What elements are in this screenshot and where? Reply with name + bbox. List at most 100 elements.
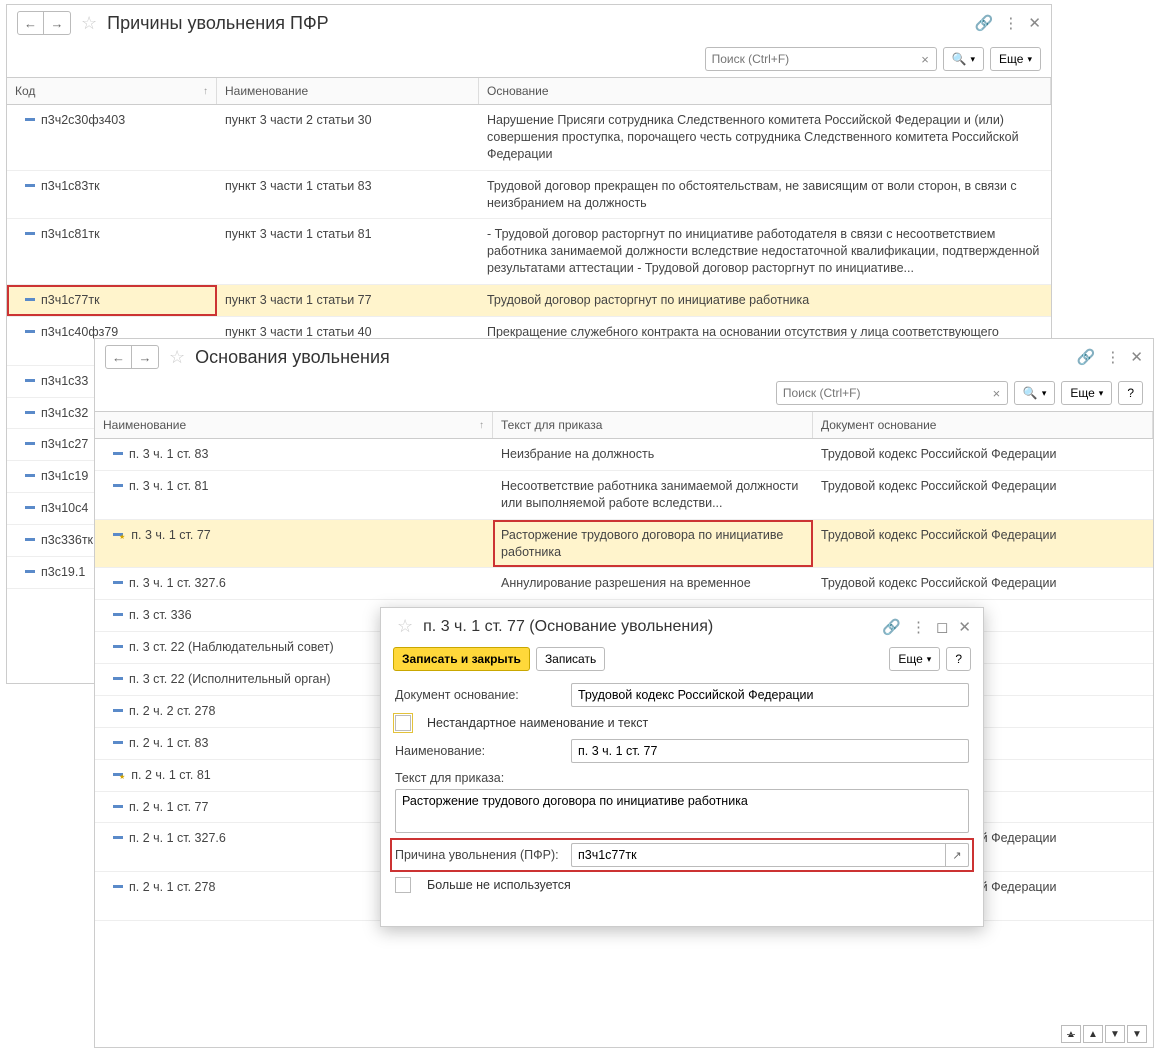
forward-button[interactable]: → — [132, 346, 158, 368]
table-row[interactable]: ▬п. 3 ч. 1 ст. 81 Несоответствие работни… — [95, 471, 1153, 520]
col-code[interactable]: Код↑ — [7, 78, 217, 104]
back-button[interactable]: ← — [18, 12, 44, 34]
link-icon[interactable]: 🔗 — [975, 14, 994, 32]
table-row[interactable]: ▬п3ч1с81тк пункт 3 части 1 статьи 81 - Т… — [7, 219, 1051, 285]
item-icon: ▬ — [25, 468, 35, 482]
titlebar: ← → ☆ Причины увольнения ПФР 🔗 ⋮ ✕ — [7, 5, 1051, 41]
item-icon: ▬ — [25, 112, 35, 126]
back-button[interactable]: ← — [106, 346, 132, 368]
label-unused: Больше не используется — [427, 878, 571, 892]
search-input[interactable] — [705, 47, 915, 71]
input-doc[interactable] — [571, 683, 969, 707]
checkbox-nonstd[interactable] — [395, 715, 411, 731]
toolbar: × 🔍▾ Еще ▾ ? — [95, 375, 1153, 411]
more-button[interactable]: Еще ▾ — [889, 647, 940, 671]
textarea-order-text[interactable] — [395, 789, 969, 833]
item-icon: ▬ — [113, 639, 123, 653]
scroll-bottom-button[interactable]: ▼ — [1127, 1025, 1147, 1043]
dialog-title: п. 3 ч. 1 ст. 77 (Основание увольнения) — [423, 618, 876, 636]
item-icon: ▬ — [25, 178, 35, 192]
item-icon: ▬ — [113, 575, 123, 589]
item-icon: ▬ — [25, 405, 35, 419]
col-text[interactable]: Текст для приказа — [493, 412, 813, 438]
scroll-up-button[interactable]: ▲ — [1083, 1025, 1103, 1043]
star-icon[interactable]: ☆ — [169, 347, 185, 368]
input-reason-pfr[interactable] — [571, 843, 945, 867]
save-button[interactable]: Записать — [536, 647, 605, 671]
cell-doc: Трудовой кодекс Российской Федерации — [813, 471, 1153, 502]
cell-name: ▬п. 3 ч. 1 ст. 327.6 — [95, 568, 493, 599]
table-row[interactable]: ▬п3ч2с30фз403 пункт 3 части 2 статьи 30 … — [7, 105, 1051, 171]
table-row[interactable]: ▬п. 3 ч. 1 ст. 77 Расторжение трудового … — [95, 520, 1153, 569]
help-button[interactable]: ? — [946, 647, 971, 671]
magnifier-icon: 🔍 — [1023, 386, 1038, 400]
cell-name: ▬п. 3 ч. 1 ст. 83 — [95, 439, 493, 470]
menu-icon[interactable]: ⋮ — [1105, 348, 1120, 366]
search-clear-button[interactable]: × — [986, 381, 1008, 405]
nav-buttons: ← → — [17, 11, 71, 35]
close-icon[interactable]: ✕ — [1130, 348, 1143, 366]
cell-name: пункт 3 части 2 статьи 30 — [217, 105, 479, 136]
scroll-top-button[interactable]: ▲ — [1061, 1025, 1081, 1043]
cell-text: Аннулирование разрешения на временное — [493, 568, 813, 599]
open-reference-button[interactable]: ↗ — [945, 843, 969, 867]
more-button[interactable]: Еще ▾ — [990, 47, 1041, 71]
item-icon: ▬ — [25, 500, 35, 514]
search-button[interactable]: 🔍▾ — [1014, 381, 1055, 405]
item-icon: ▬ — [25, 324, 35, 338]
item-icon: ▬ — [113, 671, 123, 685]
window-title: Причины увольнения ПФР — [107, 13, 969, 34]
search-button[interactable]: 🔍▾ — [943, 47, 984, 71]
table-row[interactable]: ▬п3ч1с77тк пункт 3 части 1 статьи 77 Тру… — [7, 285, 1051, 317]
table-row[interactable]: ▬п. 3 ч. 1 ст. 327.6 Аннулирование разре… — [95, 568, 1153, 600]
item-icon: ▬ — [113, 830, 123, 844]
input-name[interactable] — [571, 739, 969, 763]
save-close-button[interactable]: Записать и закрыть — [393, 647, 530, 671]
item-icon: ▬ — [25, 564, 35, 578]
menu-icon[interactable]: ⋮ — [1003, 14, 1018, 32]
item-icon: ▬ — [25, 532, 35, 546]
item-icon: ▬ — [113, 735, 123, 749]
close-icon[interactable]: ✕ — [1028, 14, 1041, 32]
item-icon: ▬ — [113, 446, 123, 460]
label-nonstd: Нестандартное наименование и текст — [427, 716, 648, 730]
titlebar: ← → ☆ Основания увольнения 🔗 ⋮ ✕ — [95, 339, 1153, 375]
scroll-down-button[interactable]: ▼ — [1105, 1025, 1125, 1043]
col-doc[interactable]: Документ основание — [813, 412, 1153, 438]
item-icon: ▬ — [113, 607, 123, 621]
cell-name: пункт 3 части 1 статьи 83 — [217, 171, 479, 202]
search-clear-button[interactable]: × — [915, 47, 937, 71]
table-row[interactable]: ▬п3ч1с83тк пункт 3 части 1 статьи 83 Тру… — [7, 171, 1051, 220]
cell-code: ▬п3ч1с81тк — [7, 219, 217, 250]
close-icon[interactable]: ✕ — [958, 618, 971, 636]
link-icon[interactable]: 🔗 — [882, 618, 901, 636]
cell-code: ▬п3ч1с83тк — [7, 171, 217, 202]
star-icon[interactable]: ☆ — [397, 616, 413, 637]
label-reason: Причина увольнения (ПФР): — [395, 848, 561, 862]
cell-text: Расторжение трудового договора по инициа… — [493, 520, 813, 568]
maximize-icon[interactable]: ◻ — [936, 618, 948, 636]
col-name[interactable]: Наименование↑ — [95, 412, 493, 438]
cell-basis: - Трудовой договор расторгнут по инициат… — [479, 219, 1051, 284]
item-icon: ▬ — [25, 292, 35, 306]
item-icon: ▬ — [113, 478, 123, 492]
menu-icon[interactable]: ⋮ — [911, 618, 926, 636]
window-title: Основания увольнения — [195, 347, 1071, 368]
star-icon[interactable]: ☆ — [81, 13, 97, 34]
cell-doc: Трудовой кодекс Российской Федерации — [813, 568, 1153, 599]
help-button[interactable]: ? — [1118, 381, 1143, 405]
link-icon[interactable]: 🔗 — [1077, 348, 1096, 366]
checkbox-unused[interactable] — [395, 877, 411, 893]
table-header: Код↑ Наименование Основание — [7, 77, 1051, 105]
forward-button[interactable]: → — [44, 12, 70, 34]
dialog-base-edit: ☆ п. 3 ч. 1 ст. 77 (Основание увольнения… — [380, 607, 984, 927]
table-row[interactable]: ▬п. 3 ч. 1 ст. 83 Неизбрание на должност… — [95, 439, 1153, 471]
more-button[interactable]: Еще ▾ — [1061, 381, 1112, 405]
col-name[interactable]: Наименование — [217, 78, 479, 104]
label-doc: Документ основание: — [395, 688, 561, 702]
col-basis[interactable]: Основание — [479, 78, 1051, 104]
cell-text: Неизбрание на должность — [493, 439, 813, 470]
cell-text: Несоответствие работника занимаемой долж… — [493, 471, 813, 519]
dialog-toolbar: Записать и закрыть Записать Еще ▾ ? — [381, 645, 983, 679]
search-input[interactable] — [776, 381, 986, 405]
